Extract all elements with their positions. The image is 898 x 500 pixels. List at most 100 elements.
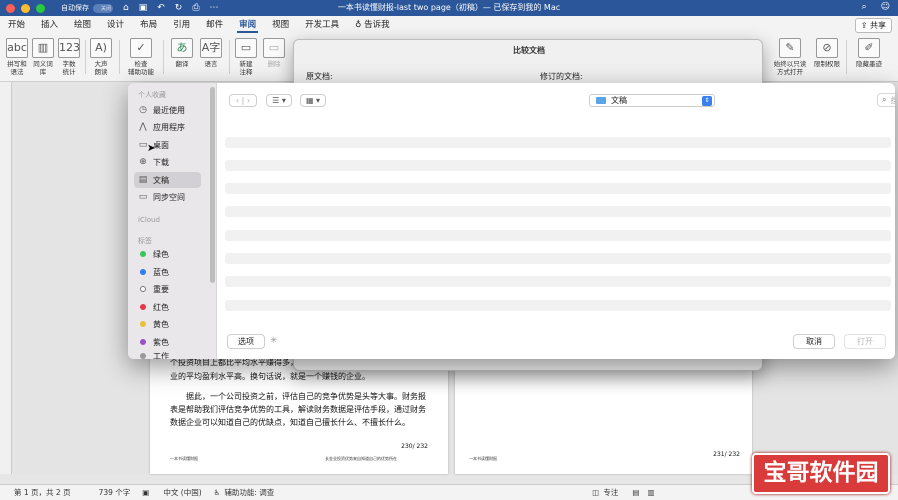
undo-icon[interactable]: ↶ xyxy=(157,3,165,13)
sidebar-item-recents[interactable]: ◷ 最近使用 xyxy=(134,102,201,118)
tag-item[interactable]: 工作 xyxy=(134,351,201,359)
tab-developer[interactable]: 开发工具 xyxy=(297,16,347,34)
search-icon[interactable]: ⌕ xyxy=(862,2,867,12)
sidebar-scrollbar[interactable] xyxy=(210,87,215,283)
sidebar-item-downloads[interactable]: ⊕ 下载 xyxy=(134,154,201,170)
autosave-toggle[interactable]: 关闭 xyxy=(93,3,113,13)
grid-view-button[interactable]: ▦ ▾ xyxy=(300,94,326,107)
tab-references[interactable]: 引用 xyxy=(165,16,198,34)
tag-item[interactable]: 蓝色 xyxy=(134,264,201,280)
delete-comment-icon: ▭ xyxy=(263,38,285,58)
location-label: 文稿 xyxy=(611,96,627,105)
tag-label: 紫色 xyxy=(153,337,169,347)
tab-home[interactable]: 开始 xyxy=(0,16,33,34)
original-document-label: 原文档: xyxy=(306,72,333,81)
location-popup[interactable]: 文稿 ⇕ xyxy=(589,94,715,107)
language-icon: A字 xyxy=(200,38,222,58)
file-list-row[interactable] xyxy=(225,253,891,264)
tab-design[interactable]: 设计 xyxy=(99,16,132,34)
language-button[interactable]: A字 语言 xyxy=(198,38,224,68)
tab-insert[interactable]: 插入 xyxy=(33,16,66,34)
language-status[interactable]: 中文 (中国) xyxy=(163,487,201,498)
file-list-row[interactable] xyxy=(225,276,891,287)
apps-icon: ⋀ xyxy=(139,122,147,132)
file-list-row[interactable] xyxy=(225,300,891,311)
lightbulb-icon: ♁ xyxy=(355,20,362,30)
delete-comment-button[interactable]: ▭ 删除 xyxy=(261,38,287,68)
always-open-readonly-button[interactable]: ✎ 始终以只读 方式打开 xyxy=(770,38,810,76)
file-list-row[interactable] xyxy=(225,183,891,194)
accessibility-status[interactable]: 辅助功能: 调查 xyxy=(224,487,274,498)
search-input[interactable]: ⌕ 搜索 xyxy=(877,93,895,107)
doc-line: 数据企业可以知道自己的优缺点，知道自己擅长什么、不擅长什么。 xyxy=(170,418,410,427)
list-view-button[interactable]: ☰ ▾ xyxy=(266,94,292,107)
tag-item[interactable]: 红色 xyxy=(134,299,201,315)
sidebar-item-applications[interactable]: ⋀ 应用程序 xyxy=(134,119,201,135)
sidebar-item-sync-space[interactable]: ▭ 同步空间 xyxy=(134,189,201,205)
zoom-window-button[interactable] xyxy=(36,3,45,13)
word-count[interactable]: 739 个字 xyxy=(99,487,131,498)
tag-label: 重要 xyxy=(153,284,169,294)
options-button[interactable]: 选项 xyxy=(227,334,265,349)
tab-mailings[interactable]: 邮件 xyxy=(198,16,231,34)
account-icon[interactable]: ☺ xyxy=(881,2,890,12)
file-list-row[interactable] xyxy=(225,160,891,171)
proofing-icon[interactable]: ▣ xyxy=(142,488,149,497)
new-comment-button[interactable]: ▭ 新建 注释 xyxy=(233,38,259,76)
redo-icon[interactable]: ↻ xyxy=(175,3,183,13)
share-button[interactable]: ⇪ 共享 xyxy=(854,18,892,33)
tab-review[interactable]: 审阅 xyxy=(231,16,264,34)
list-icon: ☰ ▾ xyxy=(272,96,286,105)
doc-line: 业的平均盈利水平高。换句话说，就是一个赚钱的企业。 xyxy=(170,372,370,381)
more-icon[interactable]: ⋯ xyxy=(210,3,219,13)
save-icon[interactable]: ▣ xyxy=(139,3,148,13)
accessibility-button[interactable]: ✓ 检查 辅助功能 xyxy=(124,38,158,76)
ribbon-divider xyxy=(163,40,164,74)
read-aloud-icon: A) xyxy=(90,38,112,58)
tag-color-dot xyxy=(140,353,146,359)
focus-label[interactable]: 专注 xyxy=(603,487,618,498)
sidebar-item-documents[interactable]: ▤ 文稿 xyxy=(134,172,201,188)
tag-item[interactable]: 黄色 xyxy=(134,316,201,332)
tell-me[interactable]: ♁ 告诉我 xyxy=(347,16,397,34)
tags-header: 标签 xyxy=(138,237,152,245)
minimize-window-button[interactable] xyxy=(21,3,30,13)
file-list-row[interactable] xyxy=(225,230,891,241)
close-window-button[interactable] xyxy=(6,3,15,13)
file-list-row[interactable] xyxy=(225,137,891,148)
document-icon: ▤ xyxy=(138,175,148,185)
tag-item[interactable]: 重要 xyxy=(134,281,201,297)
print-layout-icon[interactable]: ▤ xyxy=(632,488,639,497)
file-list-row[interactable] xyxy=(225,206,891,217)
spelling-button[interactable]: abc 拼写和 语法 xyxy=(4,38,30,76)
tab-draw[interactable]: 绘图 xyxy=(66,16,99,34)
print-icon[interactable]: ⎙ xyxy=(192,3,199,13)
chevron-updown-icon: ⇕ xyxy=(702,96,712,106)
hide-ink-button[interactable]: ✐ 隐藏墨迹 xyxy=(852,38,886,68)
page-count[interactable]: 第 1 页，共 2 页 xyxy=(14,487,71,498)
pen-icon: ✎ xyxy=(779,38,801,58)
spelling-icon: abc xyxy=(6,38,28,58)
thesaurus-icon: ▥ xyxy=(32,38,54,58)
thesaurus-button[interactable]: ▥ 同义词 库 xyxy=(30,38,56,76)
translate-button[interactable]: あ翻译 xyxy=(168,38,196,68)
tab-view[interactable]: 视图 xyxy=(264,16,297,34)
read-aloud-button[interactable]: A) 大声 朗读 xyxy=(88,38,114,76)
focus-icon[interactable]: ◫ xyxy=(592,488,599,497)
restrict-permission-button[interactable]: ⊘ 限制权限 xyxy=(812,38,842,68)
home-icon[interactable]: ⌂ xyxy=(123,3,129,13)
sidebar-item-desktop[interactable]: ▭ 桌面 xyxy=(134,137,201,153)
file-dialog-footer: 选项 ✳ 取消 打开 xyxy=(217,328,895,359)
ribbon-divider xyxy=(85,40,86,74)
web-layout-icon[interactable]: ▥ xyxy=(647,488,654,497)
cancel-button[interactable]: 取消 xyxy=(793,334,835,349)
open-button[interactable]: 打开 xyxy=(844,334,886,349)
tag-item[interactable]: 紫色 xyxy=(134,334,201,350)
back-forward-buttons[interactable]: ‹ | › xyxy=(229,94,257,107)
ribbon-divider xyxy=(846,40,847,74)
chevron-right-icon: › xyxy=(246,96,251,105)
tag-color-dot xyxy=(140,304,146,310)
word-count-button[interactable]: 123 字数 统计 xyxy=(56,38,82,76)
tab-layout[interactable]: 布局 xyxy=(132,16,165,34)
tag-item[interactable]: 绿色 xyxy=(134,246,201,262)
